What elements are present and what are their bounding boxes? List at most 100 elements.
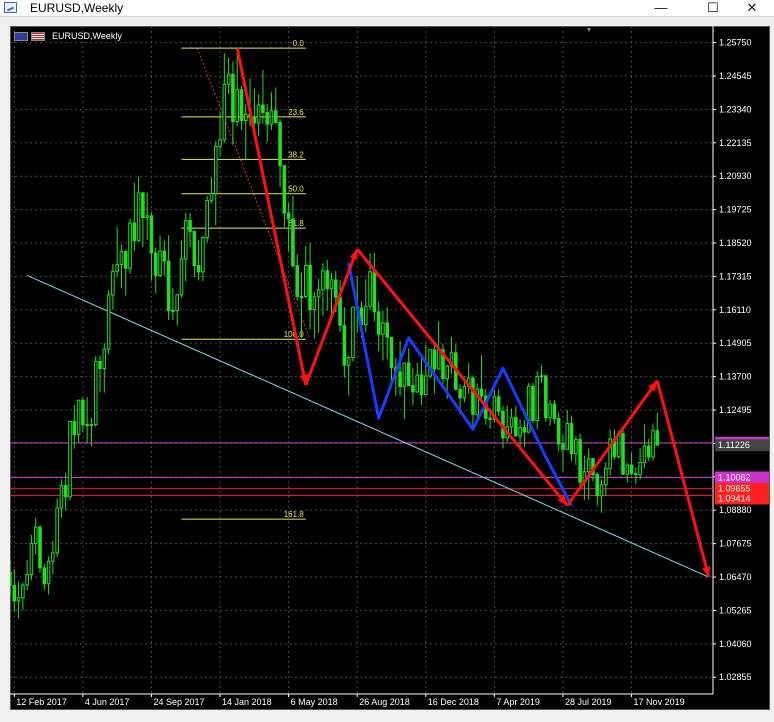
candle-body — [33, 526, 38, 544]
window-titlebar: EURUSD,Weekly — ☐ ✕ — [0, 0, 774, 17]
y-tick-label: 1.18520 — [719, 238, 752, 248]
candle-body — [273, 110, 278, 123]
x-tick-label: 12 Feb 2017 — [16, 697, 67, 707]
us-flag-icon — [31, 31, 45, 41]
candle-body — [621, 433, 625, 475]
candle-body — [321, 270, 325, 291]
candle-body — [51, 552, 55, 562]
y-tick-label: 1.25750 — [719, 38, 752, 48]
y-tick-label: 1.16110 — [719, 305, 751, 315]
fibonacci-level-label: 0.0 — [293, 39, 305, 48]
candle-body — [595, 473, 600, 497]
candle-body — [235, 89, 239, 123]
candle-body — [552, 403, 557, 419]
candle-body — [406, 362, 411, 387]
price-chart[interactable]: 1.25750 1.24545 1.23340 1.22135 1.20930 1.197… — [10, 26, 770, 710]
fibonacci-level-label: 38.2 — [288, 150, 304, 159]
candle-body — [205, 200, 209, 238]
candle-body — [436, 349, 441, 370]
candle-body — [338, 296, 342, 326]
candle-body — [604, 467, 608, 486]
candle-body — [351, 306, 355, 359]
candle-body — [625, 464, 630, 475]
candle-body — [38, 526, 42, 569]
candle-body — [535, 376, 540, 421]
candle-body — [638, 462, 642, 476]
candle-body — [282, 165, 287, 214]
x-tick-label: 26 Aug 2018 — [359, 697, 410, 707]
candle-body — [539, 375, 544, 378]
candle-body — [333, 279, 338, 298]
candle-body — [522, 427, 527, 433]
candle-body — [398, 371, 402, 388]
y-tick-label: 1.02855 — [719, 672, 752, 682]
y-tick-label: 1.22135 — [719, 138, 752, 148]
red-arrowhead — [349, 249, 358, 261]
candle-body — [646, 445, 651, 458]
candle-body — [98, 360, 102, 370]
candle-body — [115, 264, 119, 272]
x-tick-label: 14 Jan 2018 — [222, 697, 272, 707]
y-tick-label: 1.20930 — [719, 171, 752, 181]
candle-body — [518, 427, 522, 437]
x-tick-label: 6 May 2018 — [291, 697, 338, 707]
candle-body — [63, 485, 68, 498]
candle-body — [586, 458, 591, 473]
candle-body — [192, 230, 197, 266]
candle-body — [364, 305, 368, 326]
fibonacci-level-label: 61.8 — [288, 219, 304, 228]
candle-body — [308, 264, 312, 311]
candle-body — [81, 399, 85, 426]
candle-body — [162, 250, 167, 262]
candle-body — [261, 104, 265, 113]
candle-body — [655, 430, 660, 446]
y-tick-label: 1.05265 — [719, 605, 752, 615]
candle-body — [46, 560, 51, 585]
close-button[interactable]: ✕ — [737, 0, 767, 16]
candle-body — [569, 422, 574, 455]
candle-body — [346, 357, 351, 366]
maximize-button[interactable]: ☐ — [698, 0, 728, 16]
candle-body — [299, 296, 304, 299]
candle-body — [479, 388, 484, 397]
candle-body — [29, 542, 34, 576]
candle-body — [496, 396, 501, 412]
y-tick-label: 1.19725 — [719, 205, 752, 215]
candle-body — [141, 192, 145, 219]
candle-body — [128, 222, 132, 269]
candle-body — [145, 215, 149, 219]
support-trendline — [26, 275, 709, 578]
candle-body — [629, 464, 634, 475]
candle-body — [175, 294, 179, 312]
candle-body — [119, 251, 124, 266]
candle-body — [76, 399, 81, 436]
candle-body — [402, 362, 407, 388]
candle-body — [42, 567, 47, 585]
candle-body — [89, 424, 94, 427]
candle-body — [111, 270, 115, 296]
y-tick-label: 1.12495 — [719, 405, 752, 415]
candle-body — [196, 264, 201, 273]
candle-body — [239, 89, 244, 122]
y-tick-label: 1.17315 — [719, 271, 752, 281]
candle-body — [171, 309, 175, 312]
y-tick-label: 1.14905 — [719, 338, 752, 348]
candle-body — [278, 121, 282, 167]
price-label-text: 1.11226 — [718, 440, 750, 450]
fibonacci-level-label: 161.8 — [284, 510, 305, 519]
candle-body — [265, 111, 269, 125]
x-tick-label: 16 Dec 2018 — [428, 697, 479, 707]
candle-body — [471, 377, 475, 415]
candle-body — [291, 218, 295, 267]
candle-body — [10, 572, 12, 586]
y-tick-label: 1.04060 — [719, 639, 752, 649]
candle-body — [295, 265, 299, 298]
candle-body — [415, 374, 420, 393]
candle-body — [544, 375, 548, 419]
candle-body — [218, 139, 222, 148]
candle-body — [16, 597, 21, 602]
x-tick-label: 28 Jul 2019 — [565, 697, 612, 707]
price-label-text: 1.09414 — [718, 493, 751, 503]
candle-body — [462, 385, 467, 399]
minimize-button[interactable]: — — [646, 0, 676, 16]
